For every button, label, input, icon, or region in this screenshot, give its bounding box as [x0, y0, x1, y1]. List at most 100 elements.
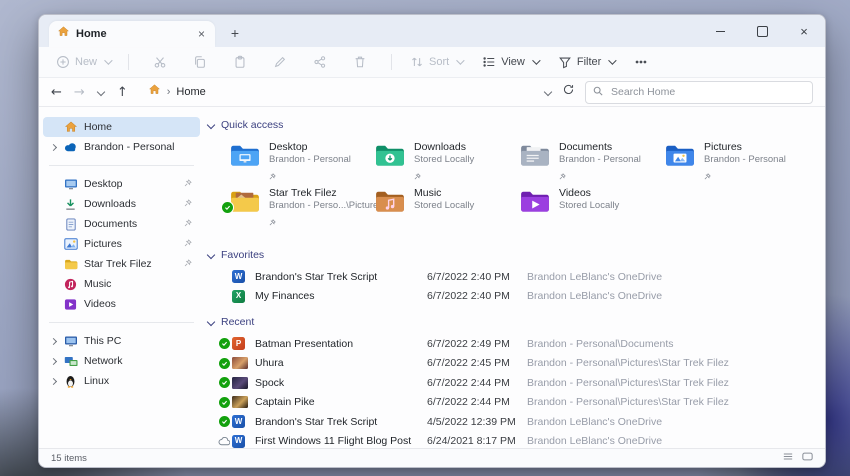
sidebar-item-onedrive[interactable]: Brandon - Personal: [43, 137, 200, 157]
sidebar-item-music[interactable]: Music: [43, 274, 200, 294]
refresh-icon[interactable]: [562, 83, 575, 101]
close-button[interactable]: ×: [783, 15, 825, 47]
sidebar-item-documents[interactable]: Documents: [43, 214, 200, 234]
details-view-icon[interactable]: [783, 452, 793, 464]
image-thumbnail-icon: [232, 396, 248, 408]
chevron-down-icon: [207, 318, 215, 326]
quick-access-tile[interactable]: Videos Stored Locally: [519, 185, 664, 231]
copy-button[interactable]: [188, 52, 212, 72]
back-icon[interactable]: ←: [51, 86, 62, 99]
search-input[interactable]: [609, 85, 805, 99]
sort-button[interactable]: Sort: [405, 52, 467, 72]
expand-chevron-icon[interactable]: [49, 145, 57, 150]
excel-file-icon: X: [232, 290, 248, 303]
more-button[interactable]: [629, 52, 653, 72]
word-file-icon: W: [232, 415, 248, 428]
breadcrumb[interactable]: › Home: [140, 81, 532, 103]
file-row[interactable]: P Batman Presentation 6/7/2022 2:49 PM B…: [204, 334, 825, 354]
file-explorer-window: Home × + × New: [38, 14, 826, 468]
image-thumbnail-icon: [232, 357, 248, 369]
section-header-quick-access[interactable]: Quick access: [208, 117, 825, 133]
forward-icon[interactable]: →: [74, 86, 85, 99]
tab-home[interactable]: Home ×: [49, 21, 215, 47]
address-right-tools: [544, 81, 813, 104]
downloads-icon: [63, 197, 78, 212]
share-button[interactable]: [308, 52, 332, 72]
music-icon: [63, 277, 78, 292]
sidebar-item-star-trek-filez[interactable]: Star Trek Filez: [43, 254, 200, 274]
rename-button[interactable]: [268, 52, 292, 72]
new-icon: [56, 55, 70, 69]
onedrive-cloud-icon: [63, 140, 78, 155]
maximize-button[interactable]: [741, 15, 783, 47]
pin-icon: [269, 213, 383, 231]
expand-chevron-icon[interactable]: [49, 379, 57, 384]
delete-button[interactable]: [348, 52, 372, 72]
desktop-icon: [63, 177, 78, 192]
up-icon[interactable]: ↑: [117, 86, 128, 99]
new-tab-button[interactable]: +: [223, 21, 247, 45]
quick-access-tile[interactable]: Desktop Brandon - Personal: [229, 139, 374, 185]
clipboard-group: [148, 52, 372, 72]
expand-chevron-icon[interactable]: [49, 359, 57, 364]
minimize-button[interactable]: [699, 15, 741, 47]
breadcrumb-separator: ›: [167, 86, 171, 98]
tab-close-icon[interactable]: ×: [196, 28, 207, 40]
word-file-icon: W: [232, 435, 248, 448]
pin-icon: [184, 198, 192, 210]
pictures-icon: [63, 237, 78, 252]
file-row[interactable]: Captain Pike 6/7/2022 2:44 PM Brandon - …: [204, 393, 825, 413]
sort-icon: [410, 55, 424, 69]
photo-folder-icon: [229, 189, 261, 214]
window-controls: ×: [699, 15, 825, 47]
file-row[interactable]: Spock 6/7/2022 2:44 PM Brandon - Persona…: [204, 373, 825, 393]
view-button[interactable]: View: [477, 52, 543, 72]
address-chevron-icon[interactable]: [544, 88, 552, 96]
new-button[interactable]: New: [51, 52, 115, 72]
quick-access-tile[interactable]: Pictures Brandon - Personal: [664, 139, 809, 185]
quick-access-tile[interactable]: Documents Brandon - Personal: [519, 139, 664, 185]
sidebar-item-desktop[interactable]: Desktop: [43, 174, 200, 194]
pin-icon: [184, 258, 192, 270]
large-icons-view-icon[interactable]: [802, 452, 813, 464]
file-row[interactable]: X My Finances 6/7/2022 2:40 PM Brandon L…: [204, 287, 825, 307]
paste-button[interactable]: [228, 52, 252, 72]
filter-button[interactable]: Filter: [553, 52, 619, 72]
sidebar-item-network[interactable]: Network: [43, 351, 200, 371]
pin-icon: [269, 167, 351, 185]
tab-title: Home: [76, 28, 190, 40]
sidebar-item-downloads[interactable]: Downloads: [43, 194, 200, 214]
quick-access-tile[interactable]: Star Trek Filez Brandon - Perso...\Pictu…: [229, 185, 374, 231]
home-icon: [57, 25, 70, 43]
cut-button[interactable]: [148, 52, 172, 72]
quick-access-grid: Desktop Brandon - Personal Downloads Sto…: [229, 139, 825, 231]
powerpoint-file-icon: P: [232, 337, 248, 350]
file-row[interactable]: W Brandon's Star Trek Script 6/7/2022 2:…: [204, 267, 825, 287]
sync-status-icon: [218, 415, 232, 428]
sync-status-icon: [218, 396, 232, 409]
cloud-status-icon: [218, 437, 232, 446]
search-box[interactable]: [585, 81, 813, 104]
pin-icon: [414, 167, 474, 185]
sidebar-item-this-pc[interactable]: This PC: [43, 331, 200, 351]
downloads-folder-icon: [374, 143, 406, 168]
home-icon: [148, 83, 161, 101]
folder-icon: [63, 257, 78, 272]
sidebar-item-home[interactable]: Home: [43, 117, 200, 137]
recent-locations-icon[interactable]: [97, 88, 105, 96]
pin-icon: [559, 167, 641, 185]
view-toggles: [783, 452, 813, 464]
expand-chevron-icon[interactable]: [49, 339, 57, 344]
quick-access-tile[interactable]: Downloads Stored Locally: [374, 139, 519, 185]
sidebar-item-linux[interactable]: Linux: [43, 371, 200, 391]
more-icon: [634, 55, 648, 69]
breadcrumb-item[interactable]: Home: [176, 86, 205, 98]
section-header-recent[interactable]: Recent: [208, 314, 825, 330]
file-row[interactable]: W Brandon's Star Trek Script 4/5/2022 12…: [204, 412, 825, 432]
file-row[interactable]: W First Windows 11 Flight Blog Post 6/24…: [204, 432, 825, 452]
file-row[interactable]: Uhura 6/7/2022 2:45 PM Brandon - Persona…: [204, 354, 825, 374]
sidebar-item-pictures[interactable]: Pictures: [43, 234, 200, 254]
section-header-favorites[interactable]: Favorites: [208, 247, 825, 263]
quick-access-tile[interactable]: Music Stored Locally: [374, 185, 519, 231]
sidebar-item-videos[interactable]: Videos: [43, 294, 200, 314]
